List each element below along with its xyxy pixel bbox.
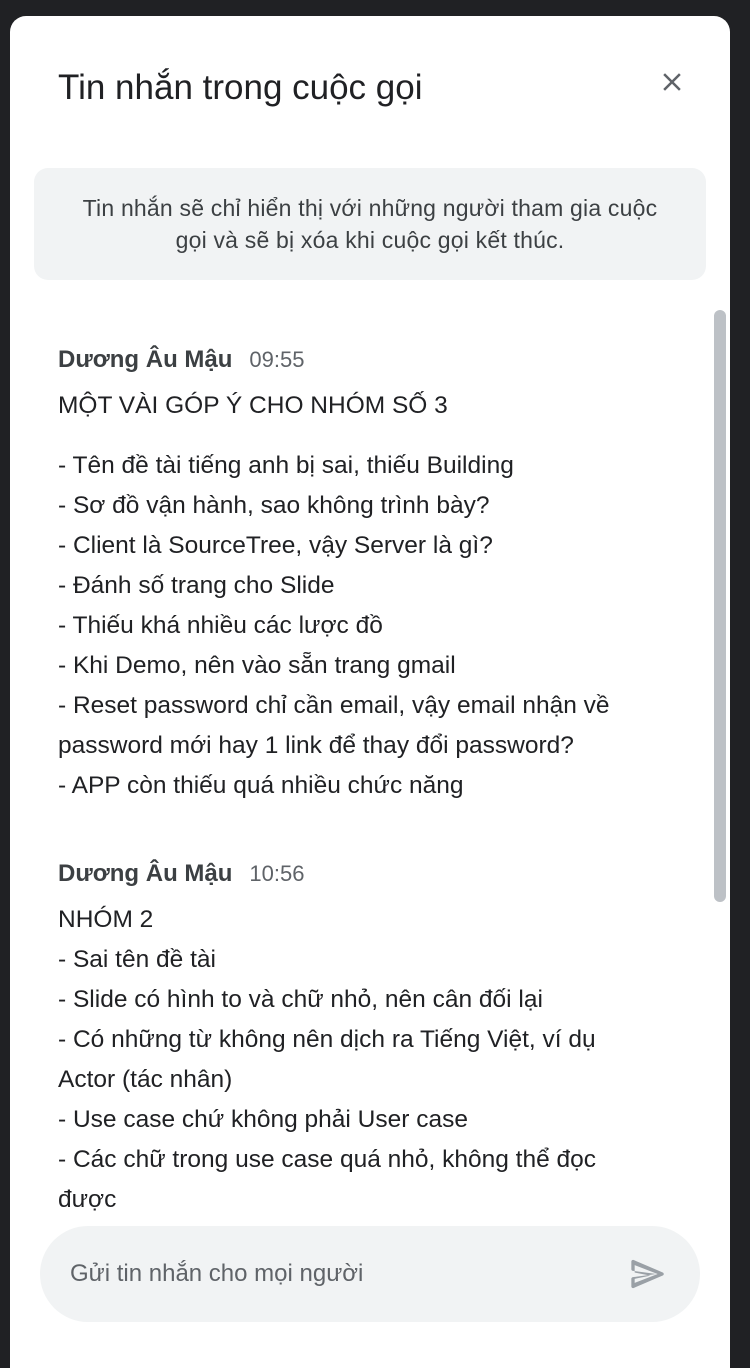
message-line: - Đánh số trang cho Slide — [58, 572, 335, 599]
message-title: NHÓM 2 — [58, 906, 154, 933]
message-item: Dương Âu Mậu 10:56 NHÓM 2 - Sai tên đề t… — [58, 860, 678, 1216]
message-composer — [40, 1226, 700, 1322]
info-notice-text: Tin nhắn sẽ chỉ hiển thị với những người… — [82, 195, 658, 253]
message-item: Dương Âu Mậu 09:55 MỘT VÀI GÓP Ý CHO NHÓ… — [58, 346, 678, 806]
message-line: Actor (tác nhân) — [58, 1066, 233, 1093]
message-line: - Client là SourceTree, vậy Server là gì… — [58, 532, 493, 559]
message-line: - Use case chứ không phải User case — [58, 1106, 468, 1133]
message-title: MỘT VÀI GÓP Ý CHO NHÓM SỐ 3 — [58, 392, 448, 419]
send-button[interactable] — [624, 1250, 672, 1298]
message-line: - Tên đề tài tiếng anh bị sai, thiếu Bui… — [58, 452, 514, 479]
message-line: - Có những từ không nên dịch ra Tiếng Vi… — [58, 1026, 596, 1053]
scrollbar-thumb[interactable] — [714, 310, 726, 902]
close-button[interactable] — [648, 58, 696, 106]
chat-panel: Tin nhắn trong cuộc gọi Tin nhắn sẽ chỉ … — [10, 16, 730, 1368]
message-time: 09:55 — [249, 347, 305, 372]
message-list[interactable]: Dương Âu Mậu 09:55 MỘT VÀI GÓP Ý CHO NHÓ… — [10, 316, 730, 1216]
message-line: - Reset password chỉ cần email, vậy emai… — [58, 692, 610, 719]
message-line: password mới hay 1 link để thay đổi pass… — [58, 732, 574, 759]
panel-title: Tin nhắn trong cuộc gọi — [58, 68, 423, 107]
message-sender: Dương Âu Mậu — [58, 860, 233, 887]
message-line: được — [58, 1186, 117, 1213]
message-header: Dương Âu Mậu 10:56 — [58, 860, 678, 900]
message-header: Dương Âu Mậu 09:55 — [58, 346, 678, 386]
message-line: - APP còn thiếu quá nhiều chức năng — [58, 772, 464, 799]
message-line: - Sơ đồ vận hành, sao không trình bày? — [58, 492, 490, 519]
close-icon — [663, 73, 681, 91]
message-line: - Sai tên đề tài — [58, 946, 216, 973]
message-input[interactable] — [70, 1226, 610, 1322]
send-icon — [631, 1259, 664, 1289]
message-time: 10:56 — [249, 861, 305, 886]
message-line: - Slide có hình to và chữ nhỏ, nên cân đ… — [58, 986, 543, 1013]
message-line: - Khi Demo, nên vào sẵn trang gmail — [58, 652, 456, 679]
message-sender: Dương Âu Mậu — [58, 346, 233, 373]
message-line: - Các chữ trong use case quá nhỏ, không … — [58, 1146, 597, 1173]
info-notice: Tin nhắn sẽ chỉ hiển thị với những người… — [34, 168, 706, 280]
message-line: - Thiếu khá nhiều các lược đồ — [58, 612, 383, 639]
